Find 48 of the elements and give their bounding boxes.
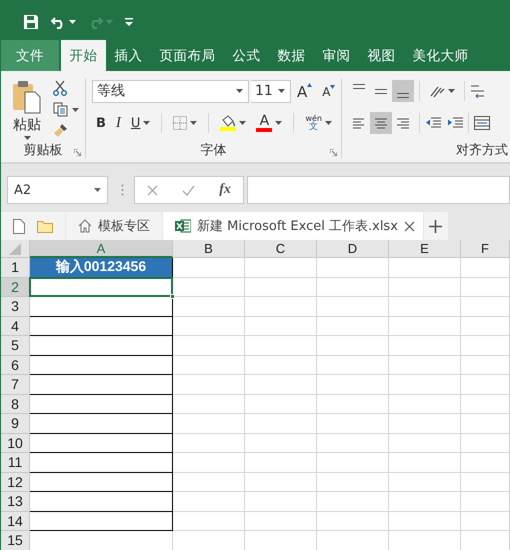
bold-button[interactable]: B [92,111,110,135]
phonetic-button[interactable]: wén 文 [301,111,336,135]
row-header[interactable]: 7 [1,375,30,394]
insert-function-button[interactable]: fx [219,182,231,198]
paste-button[interactable]: 粘贴 [7,78,47,141]
file-tab[interactable]: 文件 [1,40,59,71]
group-label: 对齐方式 [456,142,508,159]
increase-font-button[interactable]: A [293,79,316,103]
table-cell[interactable]: 输入00123456 [30,258,173,278]
name-box[interactable]: A2 [7,176,108,204]
row-header[interactable]: 10 [1,434,30,453]
column-header[interactable]: F [461,240,510,258]
row-header[interactable]: 4 [1,316,30,336]
row-header[interactable]: 1 [1,258,30,278]
row-header[interactable]: 12 [1,472,30,492]
ribbon-tab[interactable]: 页面布局 [151,40,224,71]
ribbon-tab[interactable]: 数据 [269,40,314,71]
document-tab[interactable]: 模板专区 [66,212,162,240]
font-name-dropdown[interactable]: 等线 [92,80,249,102]
row-header[interactable]: 5 [1,336,30,356]
underline-button[interactable]: U [126,111,154,135]
group-label: 剪贴板 [24,142,62,159]
decrease-font-button[interactable]: A [318,79,340,103]
group-label: 字体 [200,142,226,159]
font-size-dropdown[interactable]: 11 [251,80,291,102]
ribbon-tab[interactable]: 审阅 [314,40,359,71]
column-header[interactable]: D [317,240,389,258]
document-tab[interactable]: 新建 Microsoft Excel 工作表.xlsx [163,212,423,240]
row-header[interactable]: 15 [1,531,30,550]
ribbon-tab[interactable]: 视图 [359,40,404,71]
row-header[interactable]: 11 [1,453,30,472]
row-header[interactable]: 9 [1,414,30,434]
column-header[interactable]: A [30,240,173,258]
row-header[interactable]: 6 [1,356,30,375]
font-color-button[interactable]: A [252,111,286,135]
row-header[interactable]: 3 [1,297,30,316]
ribbon-tab[interactable]: 美化大师 [404,40,477,71]
row-header[interactable]: 2 [1,278,30,297]
ribbon-tab[interactable]: 公式 [224,40,269,71]
row-header[interactable]: 13 [1,492,30,512]
italic-button[interactable]: I [112,111,125,135]
ribbon-tab[interactable]: 插入 [106,40,151,71]
row-header[interactable]: 8 [1,394,30,414]
row-header[interactable]: 14 [1,512,30,531]
column-header[interactable]: C [245,240,317,258]
ribbon-tab[interactable]: 开始 [61,40,106,71]
column-header[interactable]: E [389,240,461,258]
column-header[interactable]: B [173,240,245,258]
